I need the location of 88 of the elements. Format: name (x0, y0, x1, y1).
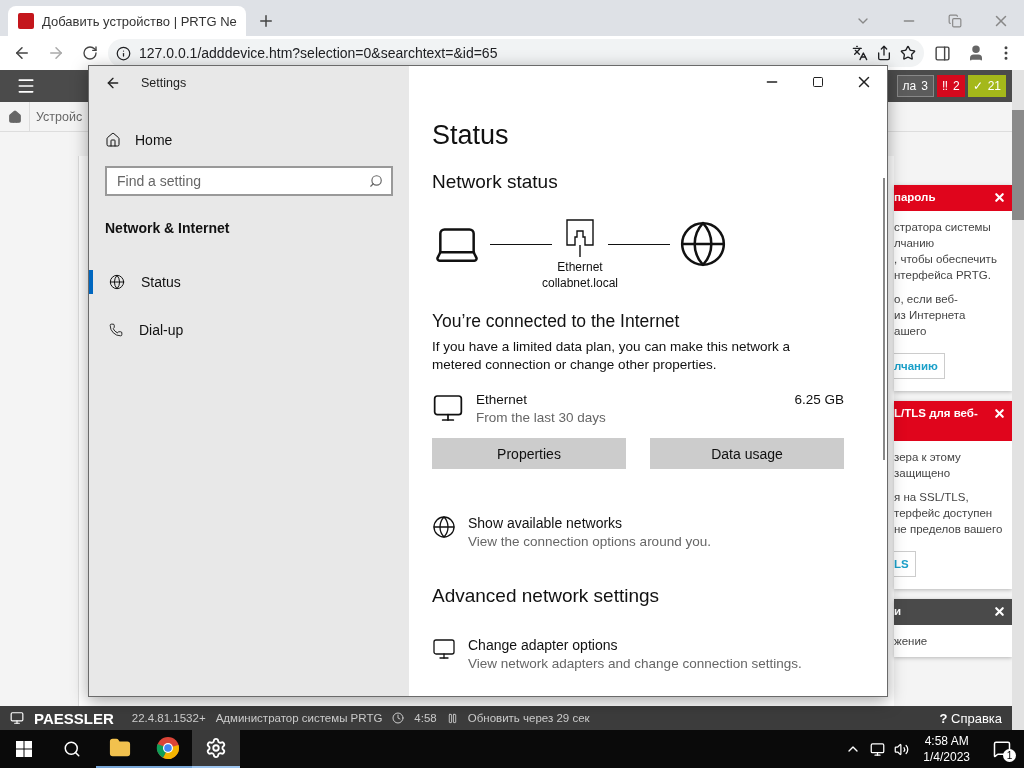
folder-icon (109, 737, 131, 759)
notification-icon[interactable] (993, 740, 1011, 758)
connector-line (608, 244, 670, 245)
page-title: Status (432, 120, 510, 151)
notice-text: жение (894, 634, 929, 649)
breadcrumb-link[interactable]: Устройс (30, 109, 83, 124)
notice-text: защищено (894, 466, 952, 481)
reload-icon[interactable] (82, 45, 98, 61)
search-field[interactable]: Find a setting (105, 166, 393, 196)
globe-icon (432, 515, 456, 539)
settings-link[interactable]: Show available networks (468, 515, 887, 531)
logo-icon (10, 711, 24, 725)
status-badge[interactable]: ‼ 2 (936, 75, 965, 97)
share-icon[interactable] (876, 45, 892, 61)
ethernet-adapter-icon (432, 392, 464, 424)
search-icon[interactable] (63, 740, 81, 758)
windows-icon[interactable] (16, 741, 32, 757)
time-text: 4:58 (414, 712, 437, 724)
notice-header: и (894, 599, 1012, 625)
monitor-icon (432, 637, 456, 661)
notice-text: я на SSL/TLS, (894, 490, 970, 505)
nav-item[interactable]: Dial-up (89, 318, 409, 342)
action-button[interactable]: Data usage (650, 438, 844, 469)
address-bar[interactable]: 127.0.0.1/adddevice.htm?selection=0&searchtext=&id=65 (108, 39, 924, 67)
notice-text: не пределов вашего (894, 522, 1004, 537)
clock-icon (392, 712, 405, 724)
home-icon[interactable] (105, 132, 121, 148)
adapter-label: Ethernet (557, 259, 603, 275)
notice-text: о, если веб- (894, 292, 959, 307)
pause-icon[interactable] (446, 712, 458, 724)
home-link[interactable]: Home (135, 132, 173, 148)
gear-icon (205, 737, 227, 759)
ethernet-icon (566, 219, 594, 259)
help-link[interactable]: ? Справка (939, 710, 1002, 726)
clock-date[interactable]: 1/4/2023 (923, 749, 970, 765)
connection-description: If you have a limited data plan, you can make this network a metered connection or change other properties. (432, 338, 791, 374)
menu-icon[interactable] (16, 76, 36, 96)
notice-text: нтерфейса PRTG. (894, 268, 992, 283)
notice-text: стратора системы (894, 220, 992, 235)
network-icon[interactable] (869, 741, 885, 757)
chrome-icon (156, 736, 180, 760)
phone-icon (109, 323, 123, 337)
favicon-icon (18, 13, 34, 29)
connection-title: You’re connected to the Internet (432, 311, 681, 332)
close-icon[interactable] (993, 605, 1006, 618)
connector-line (490, 244, 552, 245)
star-icon[interactable] (900, 45, 916, 61)
plus-icon[interactable] (257, 12, 275, 30)
brand-logo: PAESSLER (34, 709, 114, 727)
notice-header: L/TLS для веб- (894, 401, 1012, 441)
notice-header: пароль (894, 185, 1012, 211)
globe-icon (109, 274, 125, 290)
section-heading: Advanced network settings (432, 585, 661, 607)
status-badge[interactable]: ла 3 (896, 75, 934, 97)
link-description: View network adapters and change connection settings. (468, 656, 803, 671)
notification-count: 1 (1003, 749, 1016, 762)
section-title: Network & Internet (105, 220, 231, 236)
browser-tab[interactable]: Добавить устройство | PRTG Ne (8, 6, 246, 36)
section-heading: Network status (432, 171, 559, 193)
translate-icon[interactable] (852, 45, 868, 61)
notice-text: , чтобы обеспечить (894, 252, 998, 267)
data-amount: 6.25 GB (794, 392, 844, 407)
notice-text: ашего (894, 324, 928, 339)
window-title: Settings (141, 76, 187, 90)
restore-icon[interactable] (948, 14, 962, 28)
volume-icon[interactable] (893, 741, 909, 757)
notice-text: лчанию (894, 236, 936, 251)
domain-label: collabnet.local (541, 275, 619, 291)
link-description: View the connection options around you. (468, 534, 712, 549)
notice-text: зера к этому (894, 450, 962, 465)
profile-icon[interactable] (967, 44, 985, 62)
adapter-name: Ethernet (476, 392, 529, 407)
taskbar-app[interactable] (192, 730, 240, 768)
info-icon (116, 45, 131, 61)
usage-period: From the last 30 days (476, 410, 607, 425)
search-icon (369, 174, 383, 188)
home-icon (7, 109, 22, 124)
clock-time[interactable]: 4:58 AM (924, 733, 969, 749)
notice-text: терфейс доступен (894, 506, 994, 521)
maximize-icon[interactable] (812, 76, 824, 88)
settings-link[interactable]: Change adapter options (468, 637, 887, 653)
action-button[interactable]: Properties (432, 438, 626, 469)
version-text: 22.4.81.1532+ (131, 712, 206, 724)
refresh-text: Обновить через 29 сек (467, 712, 590, 724)
notice-text: из Интернета (894, 308, 967, 323)
side-panel-icon[interactable] (933, 44, 951, 62)
globe-icon (678, 219, 728, 269)
user-text: Администратор системы PRTG (215, 712, 383, 724)
